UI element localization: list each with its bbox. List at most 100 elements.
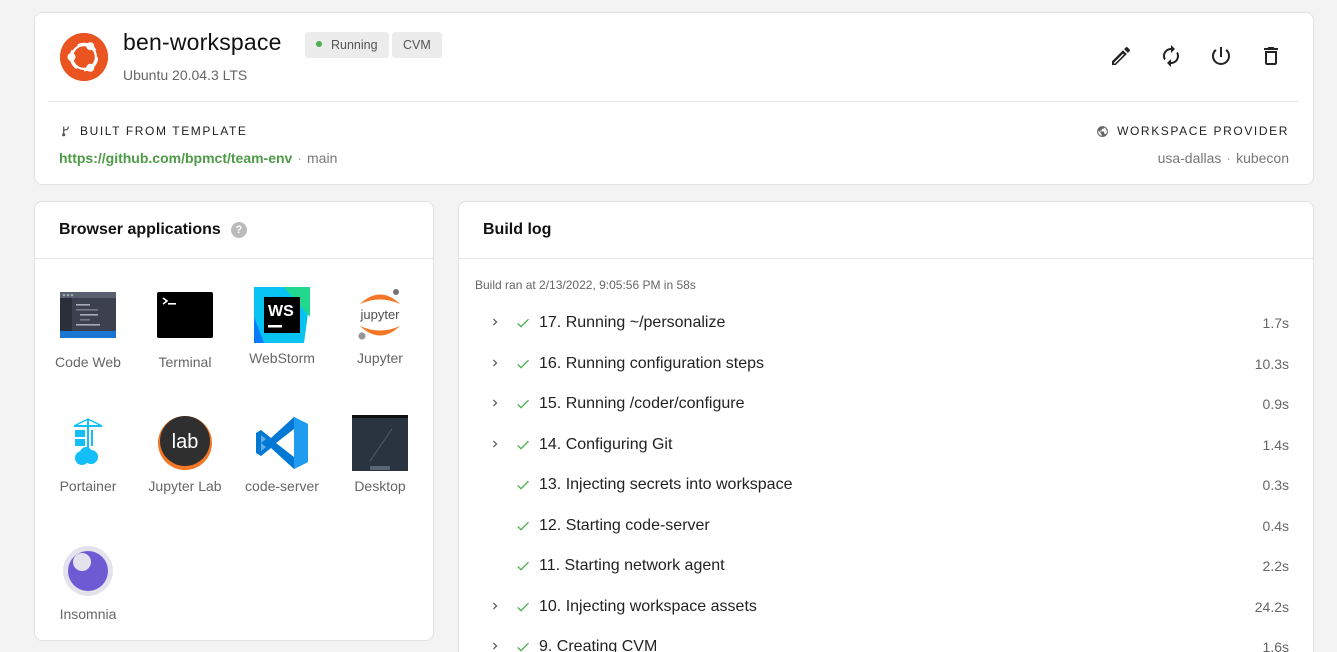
jupyterlab-icon: lab bbox=[157, 415, 213, 471]
code-web-icon bbox=[60, 291, 116, 347]
trash-icon bbox=[1264, 47, 1278, 65]
card-divider bbox=[35, 258, 433, 259]
provider-info: usa-dallas · kubecon bbox=[1158, 150, 1289, 166]
build-step-duration: 1.6s bbox=[1262, 639, 1289, 652]
help-icon[interactable]: ? bbox=[230, 222, 247, 238]
app-label: Insomnia bbox=[59, 606, 117, 622]
power-button[interactable] bbox=[1209, 44, 1233, 68]
jupyter-icon: jupyter bbox=[352, 287, 408, 343]
template-repo-link[interactable]: https://github.com/bpmct/team-env bbox=[59, 150, 292, 166]
build-step-label: 17. Running ~/personalize bbox=[539, 314, 726, 331]
check-icon bbox=[515, 437, 539, 453]
chevron-right-icon[interactable] bbox=[475, 437, 515, 453]
build-step-label: 14. Configuring Git bbox=[539, 435, 673, 453]
template-section-title: BUILT FROM TEMPLATE bbox=[59, 124, 248, 138]
app-label: Terminal bbox=[158, 354, 212, 370]
check-icon bbox=[515, 518, 539, 534]
app-desktop[interactable]: Desktop bbox=[340, 415, 420, 495]
workspace-header-card: ben-workspace Running CVM Ubuntu 20.04.3… bbox=[34, 12, 1314, 185]
app-webstorm[interactable]: WS WebStorm bbox=[242, 287, 322, 367]
browser-apps-title-label: Browser applications bbox=[59, 221, 221, 238]
branch-icon bbox=[62, 126, 69, 136]
build-step-label: 9. Creating CVM bbox=[539, 638, 658, 652]
check-icon bbox=[515, 396, 539, 412]
separator-dot: · bbox=[297, 150, 303, 166]
svg-text:jupyter: jupyter bbox=[359, 307, 400, 322]
vscode-icon bbox=[254, 415, 310, 471]
header-divider bbox=[49, 101, 1299, 102]
build-step-duration: 0.3s bbox=[1262, 477, 1289, 493]
check-icon bbox=[515, 315, 539, 331]
build-step-label: 15. Running /coder/configure bbox=[539, 395, 745, 412]
delete-button[interactable] bbox=[1259, 44, 1283, 68]
power-icon bbox=[1212, 47, 1230, 65]
workspace-actions bbox=[1109, 44, 1283, 68]
build-summary: Build ran at 2/13/2022, 9:05:56 PM in 58… bbox=[475, 278, 696, 292]
build-step-row: 12. Starting code-server 0.4s bbox=[475, 506, 1289, 546]
build-step-row[interactable]: 10. Injecting workspace assets 24.2s bbox=[475, 587, 1289, 627]
template-info: https://github.com/bpmct/team-env · main bbox=[59, 150, 337, 166]
pencil-icon bbox=[1112, 46, 1131, 65]
app-label: Jupyter Lab bbox=[148, 478, 222, 494]
rebuild-button[interactable] bbox=[1159, 44, 1183, 68]
provider-title-label: WORKSPACE PROVIDER bbox=[1117, 124, 1289, 138]
app-portainer[interactable]: Portainer bbox=[48, 415, 128, 495]
app-label: WebStorm bbox=[249, 350, 315, 366]
chevron-right-icon[interactable] bbox=[475, 396, 515, 412]
template-title-label: BUILT FROM TEMPLATE bbox=[80, 124, 248, 138]
check-icon bbox=[515, 356, 539, 372]
build-step-row[interactable]: 17. Running ~/personalize 1.7s bbox=[475, 303, 1289, 343]
app-jupyter[interactable]: jupyter Jupyter bbox=[340, 287, 420, 367]
status-badge: Running bbox=[305, 32, 389, 58]
app-label: Jupyter bbox=[357, 350, 403, 366]
build-step-row[interactable]: 15. Running /coder/configure 0.9s bbox=[475, 384, 1289, 424]
app-label: Portainer bbox=[59, 478, 117, 494]
build-step-row[interactable]: 9. Creating CVM 1.6s bbox=[475, 627, 1289, 652]
chevron-right-icon[interactable] bbox=[475, 356, 515, 372]
check-icon bbox=[515, 599, 539, 615]
app-code-server[interactable]: code-server bbox=[242, 415, 322, 495]
status-badge-label: Running bbox=[331, 38, 378, 52]
build-step-label: 13. Injecting secrets into workspace bbox=[539, 476, 793, 493]
chevron-right-icon[interactable] bbox=[475, 639, 515, 652]
provider-region: usa-dallas bbox=[1157, 150, 1222, 166]
build-step-row[interactable]: 16. Running configuration steps 10.3s bbox=[475, 344, 1289, 384]
edit-button[interactable] bbox=[1109, 44, 1133, 68]
build-step-label: 10. Injecting workspace assets bbox=[539, 597, 757, 615]
separator-dot: · bbox=[1226, 150, 1232, 166]
webstorm-icon: WS bbox=[254, 287, 310, 343]
card-divider bbox=[459, 258, 1313, 259]
app-insomnia[interactable]: Insomnia bbox=[48, 543, 128, 623]
svg-text:WS: WS bbox=[268, 303, 294, 320]
build-step-row: 11. Starting network agent 2.2s bbox=[475, 546, 1289, 586]
chevron-right-icon[interactable] bbox=[475, 315, 515, 331]
terminal-icon bbox=[157, 291, 213, 347]
build-step-row: 13. Injecting secrets into workspace 0.3s bbox=[475, 465, 1289, 505]
build-log-title: Build log bbox=[483, 221, 552, 238]
workspace-os: Ubuntu 20.04.3 LTS bbox=[123, 67, 248, 83]
check-icon bbox=[515, 558, 539, 574]
build-step-row[interactable]: 14. Configuring Git 1.4s bbox=[475, 425, 1289, 465]
status-dot-icon bbox=[316, 41, 322, 47]
build-step-duration: 0.9s bbox=[1262, 396, 1289, 412]
desktop-icon bbox=[352, 415, 408, 471]
app-code-web[interactable]: Code Web bbox=[48, 291, 128, 371]
provider-cluster: kubecon bbox=[1236, 150, 1289, 166]
build-step-duration: 2.2s bbox=[1262, 558, 1289, 574]
chevron-right-icon[interactable] bbox=[475, 599, 515, 615]
build-step-label: 16. Running configuration steps bbox=[539, 354, 765, 372]
globe-icon bbox=[1097, 125, 1108, 137]
refresh-icon bbox=[1163, 45, 1179, 67]
app-jupyter-lab[interactable]: lab Jupyter Lab bbox=[145, 415, 225, 495]
build-step-label: 12. Starting code-server bbox=[539, 516, 710, 534]
template-branch: main bbox=[307, 150, 338, 166]
build-log-card: Build log Build ran at 2/13/2022, 9:05:5… bbox=[458, 201, 1314, 652]
workspace-type-badge: CVM bbox=[392, 32, 442, 58]
browser-apps-title: Browser applications ? bbox=[59, 221, 247, 239]
check-icon bbox=[515, 477, 539, 493]
build-step-duration: 1.4s bbox=[1262, 436, 1289, 453]
app-label: Code Web bbox=[55, 354, 121, 370]
chevron-placeholder bbox=[475, 477, 515, 493]
app-terminal[interactable]: Terminal bbox=[145, 291, 225, 371]
build-step-duration: 24.2s bbox=[1254, 598, 1289, 615]
